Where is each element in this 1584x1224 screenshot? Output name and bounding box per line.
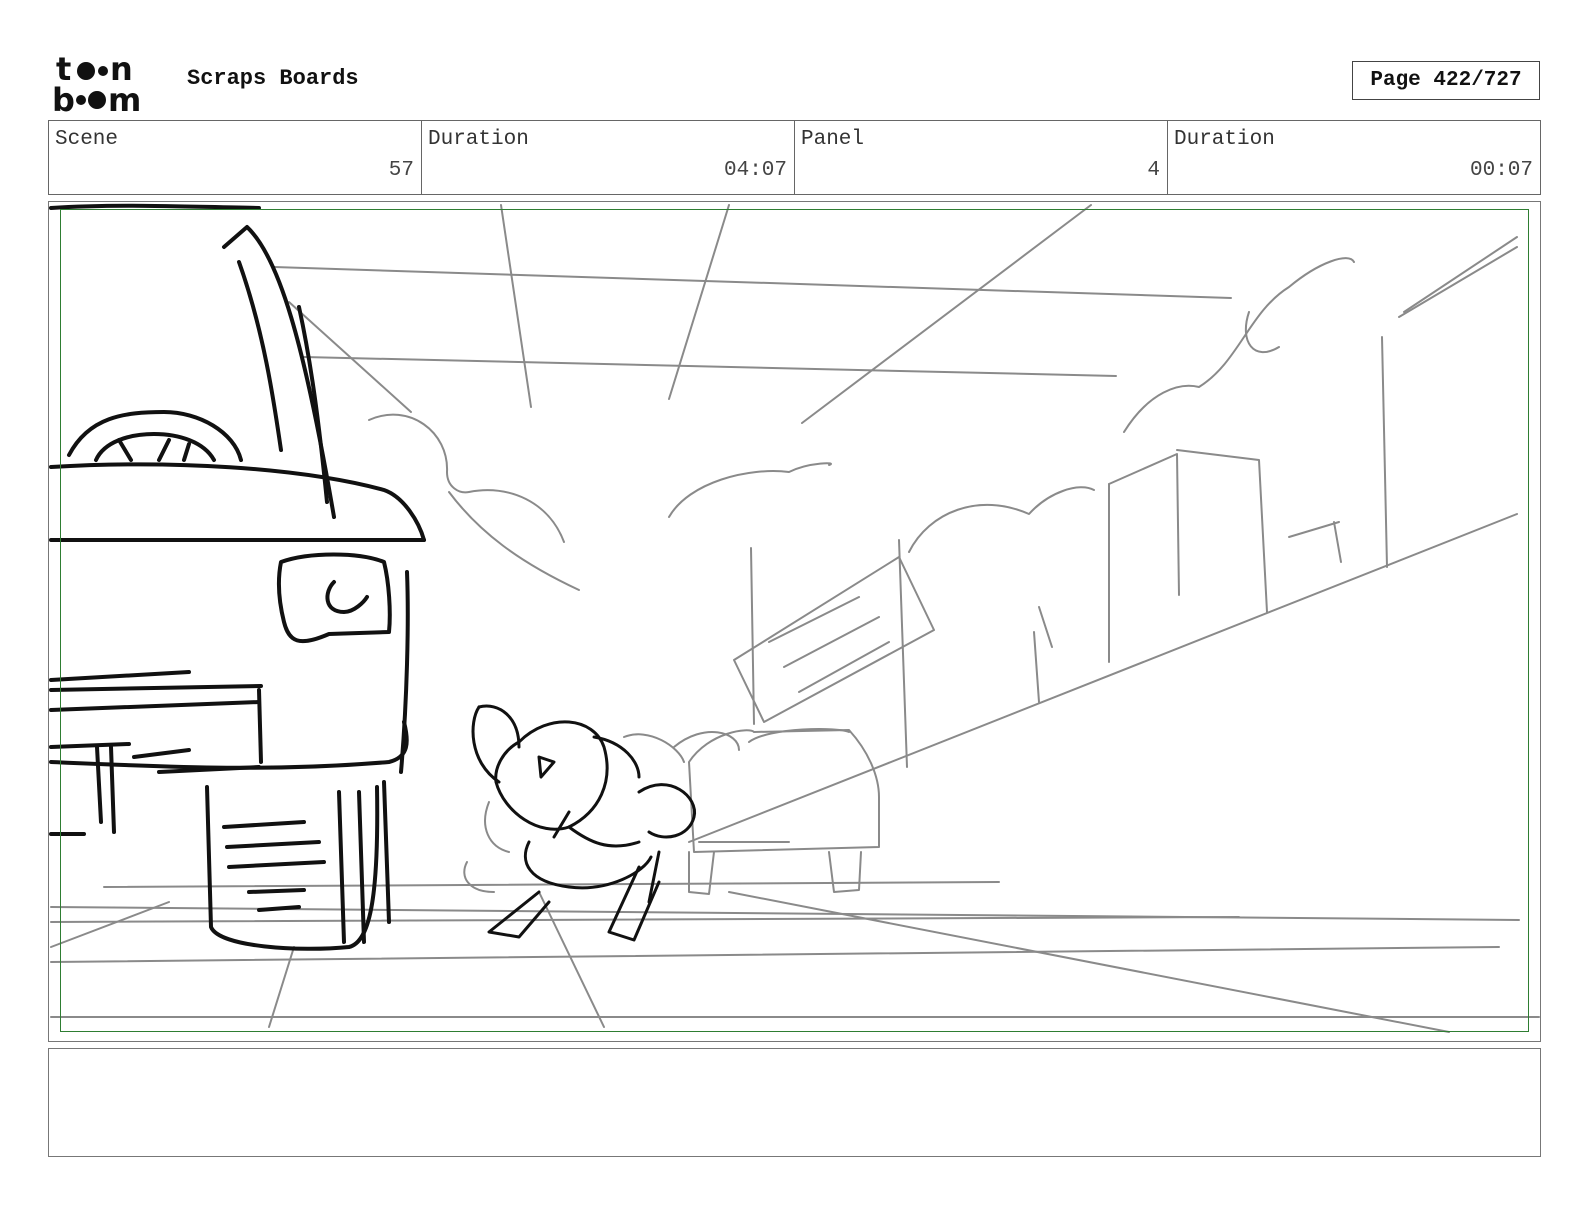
panel-info-bar: Scene 57 Duration 04:07 Panel 4 Duration… <box>48 120 1541 195</box>
scene-duration-value: 04:07 <box>723 159 787 182</box>
panel-label: Panel <box>801 128 865 151</box>
storyboard-panel <box>48 201 1541 1042</box>
panel-duration-label: Duration <box>1174 128 1275 151</box>
svg-text:m: m <box>108 81 141 114</box>
panel-notes[interactable] <box>48 1048 1541 1157</box>
toonboom-logo: t n b m <box>50 50 165 119</box>
panel-duration-value: 00:07 <box>1469 159 1533 182</box>
scene-label: Scene <box>55 128 119 151</box>
scene-duration-label: Duration <box>428 128 529 151</box>
scene-cell: Scene 57 <box>49 121 422 194</box>
panel-value: 4 <box>1147 159 1160 182</box>
storyboard-sketch <box>49 203 1540 1033</box>
scene-value: 57 <box>388 159 414 182</box>
document-title: Scraps Boards <box>187 66 359 91</box>
panel-cell: Panel 4 <box>795 121 1168 194</box>
scene-duration-cell: Duration 04:07 <box>422 121 795 194</box>
panel-duration-cell: Duration 00:07 <box>1168 121 1540 194</box>
svg-text:b: b <box>52 81 75 114</box>
page-number: Page 422/727 <box>1352 61 1540 100</box>
